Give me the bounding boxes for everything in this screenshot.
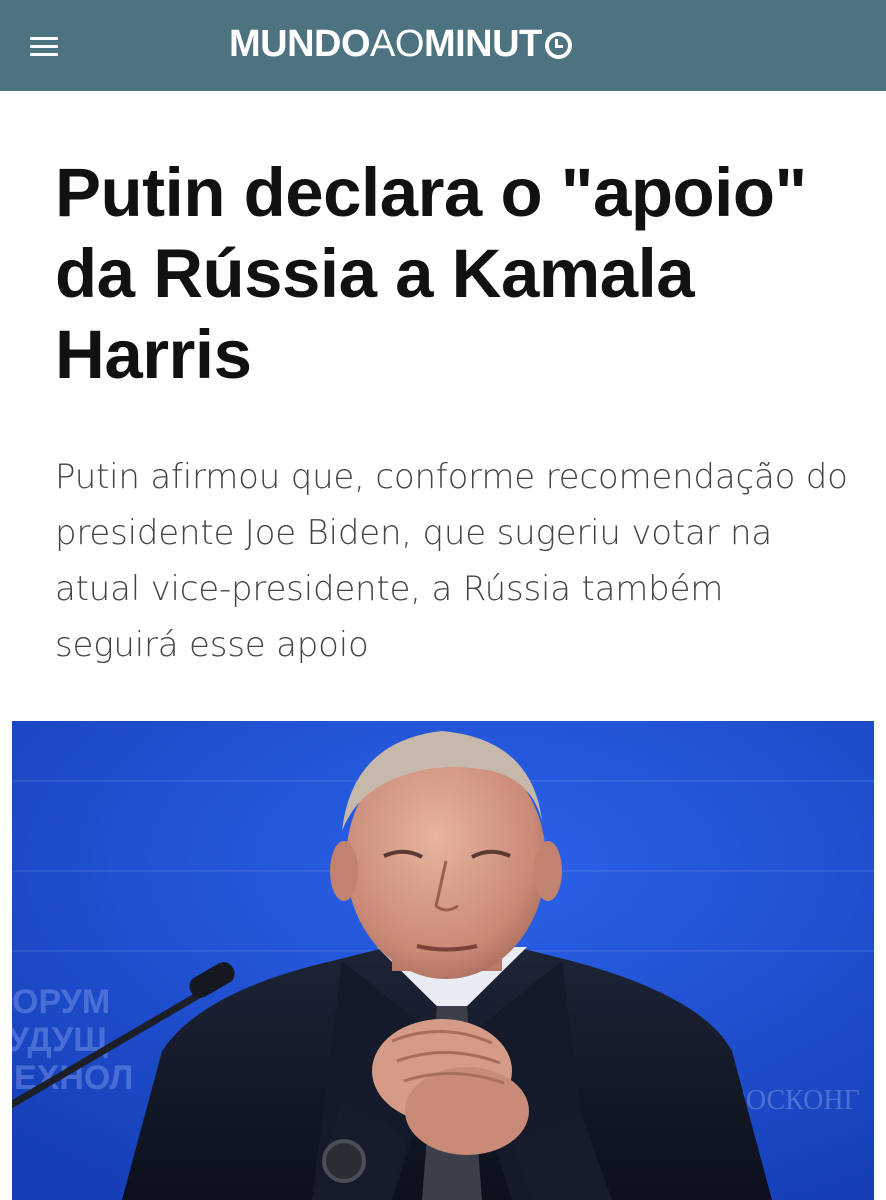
article-headline: Putin declara o "apoio" da Rússia a Kama… [55,154,807,393]
site-logo[interactable]: MUNDO AO MINUT [229,22,572,66]
article-subtitle: Putin afirmou que, conforme recomendação… [55,457,848,665]
backdrop-text-line-1: ОРУМ [12,983,110,1021]
backdrop-text-right: РОСКОНГ [730,1085,860,1116]
logo-part-minut: MINUT [423,22,542,65]
wristwatch [322,1139,366,1183]
article-photo-illustration: ОРУМ УДУЩ ЕХНОЛ РОСКОНГ [12,721,874,1200]
clock-icon [544,31,572,59]
hamburger-menu-icon[interactable] [30,34,60,58]
logo-part-mundo: MUNDO [229,22,371,65]
article-photo: ОРУМ УДУЩ ЕХНОЛ РОСКОНГ [12,721,874,1200]
logo-part-ao: AO [370,22,424,65]
site-header: MUNDO AO MINUT [0,0,886,91]
